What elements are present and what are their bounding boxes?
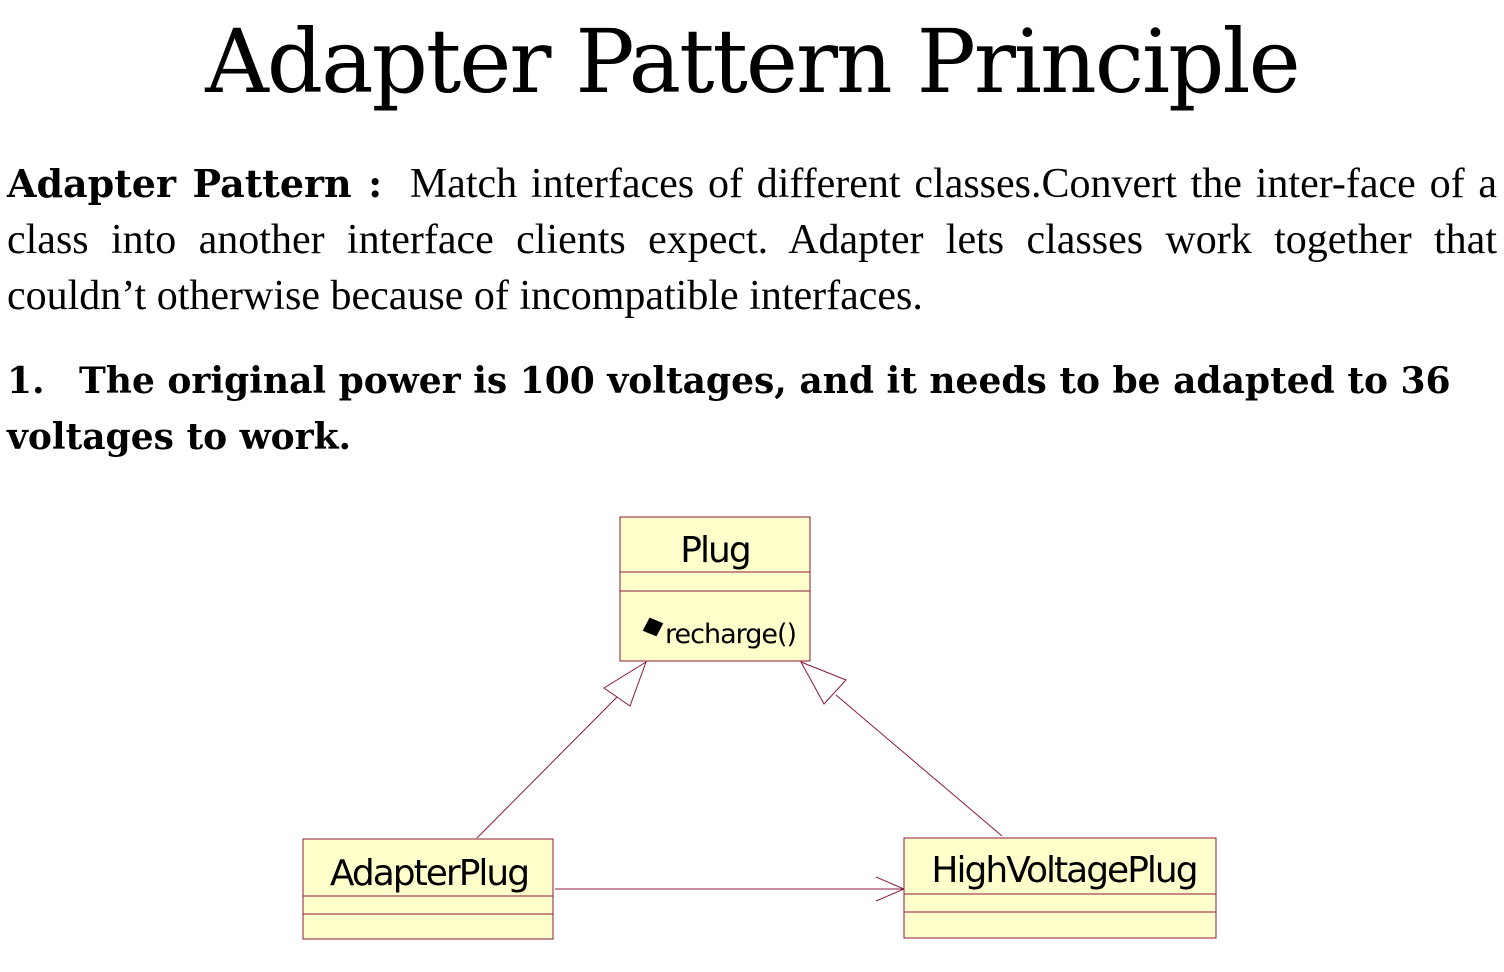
uml-class-diagram: Plug recharge() AdapterPlug HighVoltageP…: [302, 516, 1217, 940]
class-plug-operation: recharge(): [665, 619, 796, 650]
class-plug-name: Plug: [680, 530, 749, 571]
class-highvoltageplug: HighVoltagePlug: [903, 837, 1217, 939]
class-plug: Plug recharge(): [619, 516, 811, 662]
class-adapterplug: AdapterPlug: [302, 838, 554, 940]
class-adapterplug-name: AdapterPlug: [330, 853, 528, 894]
association-adapter-to-highvoltage: [555, 876, 906, 902]
generalization-adapter-to-plug: [476, 660, 647, 839]
class-highvoltageplug-name: HighVoltagePlug: [931, 850, 1196, 891]
generalization-highvoltage-to-plug: [799, 661, 1003, 837]
